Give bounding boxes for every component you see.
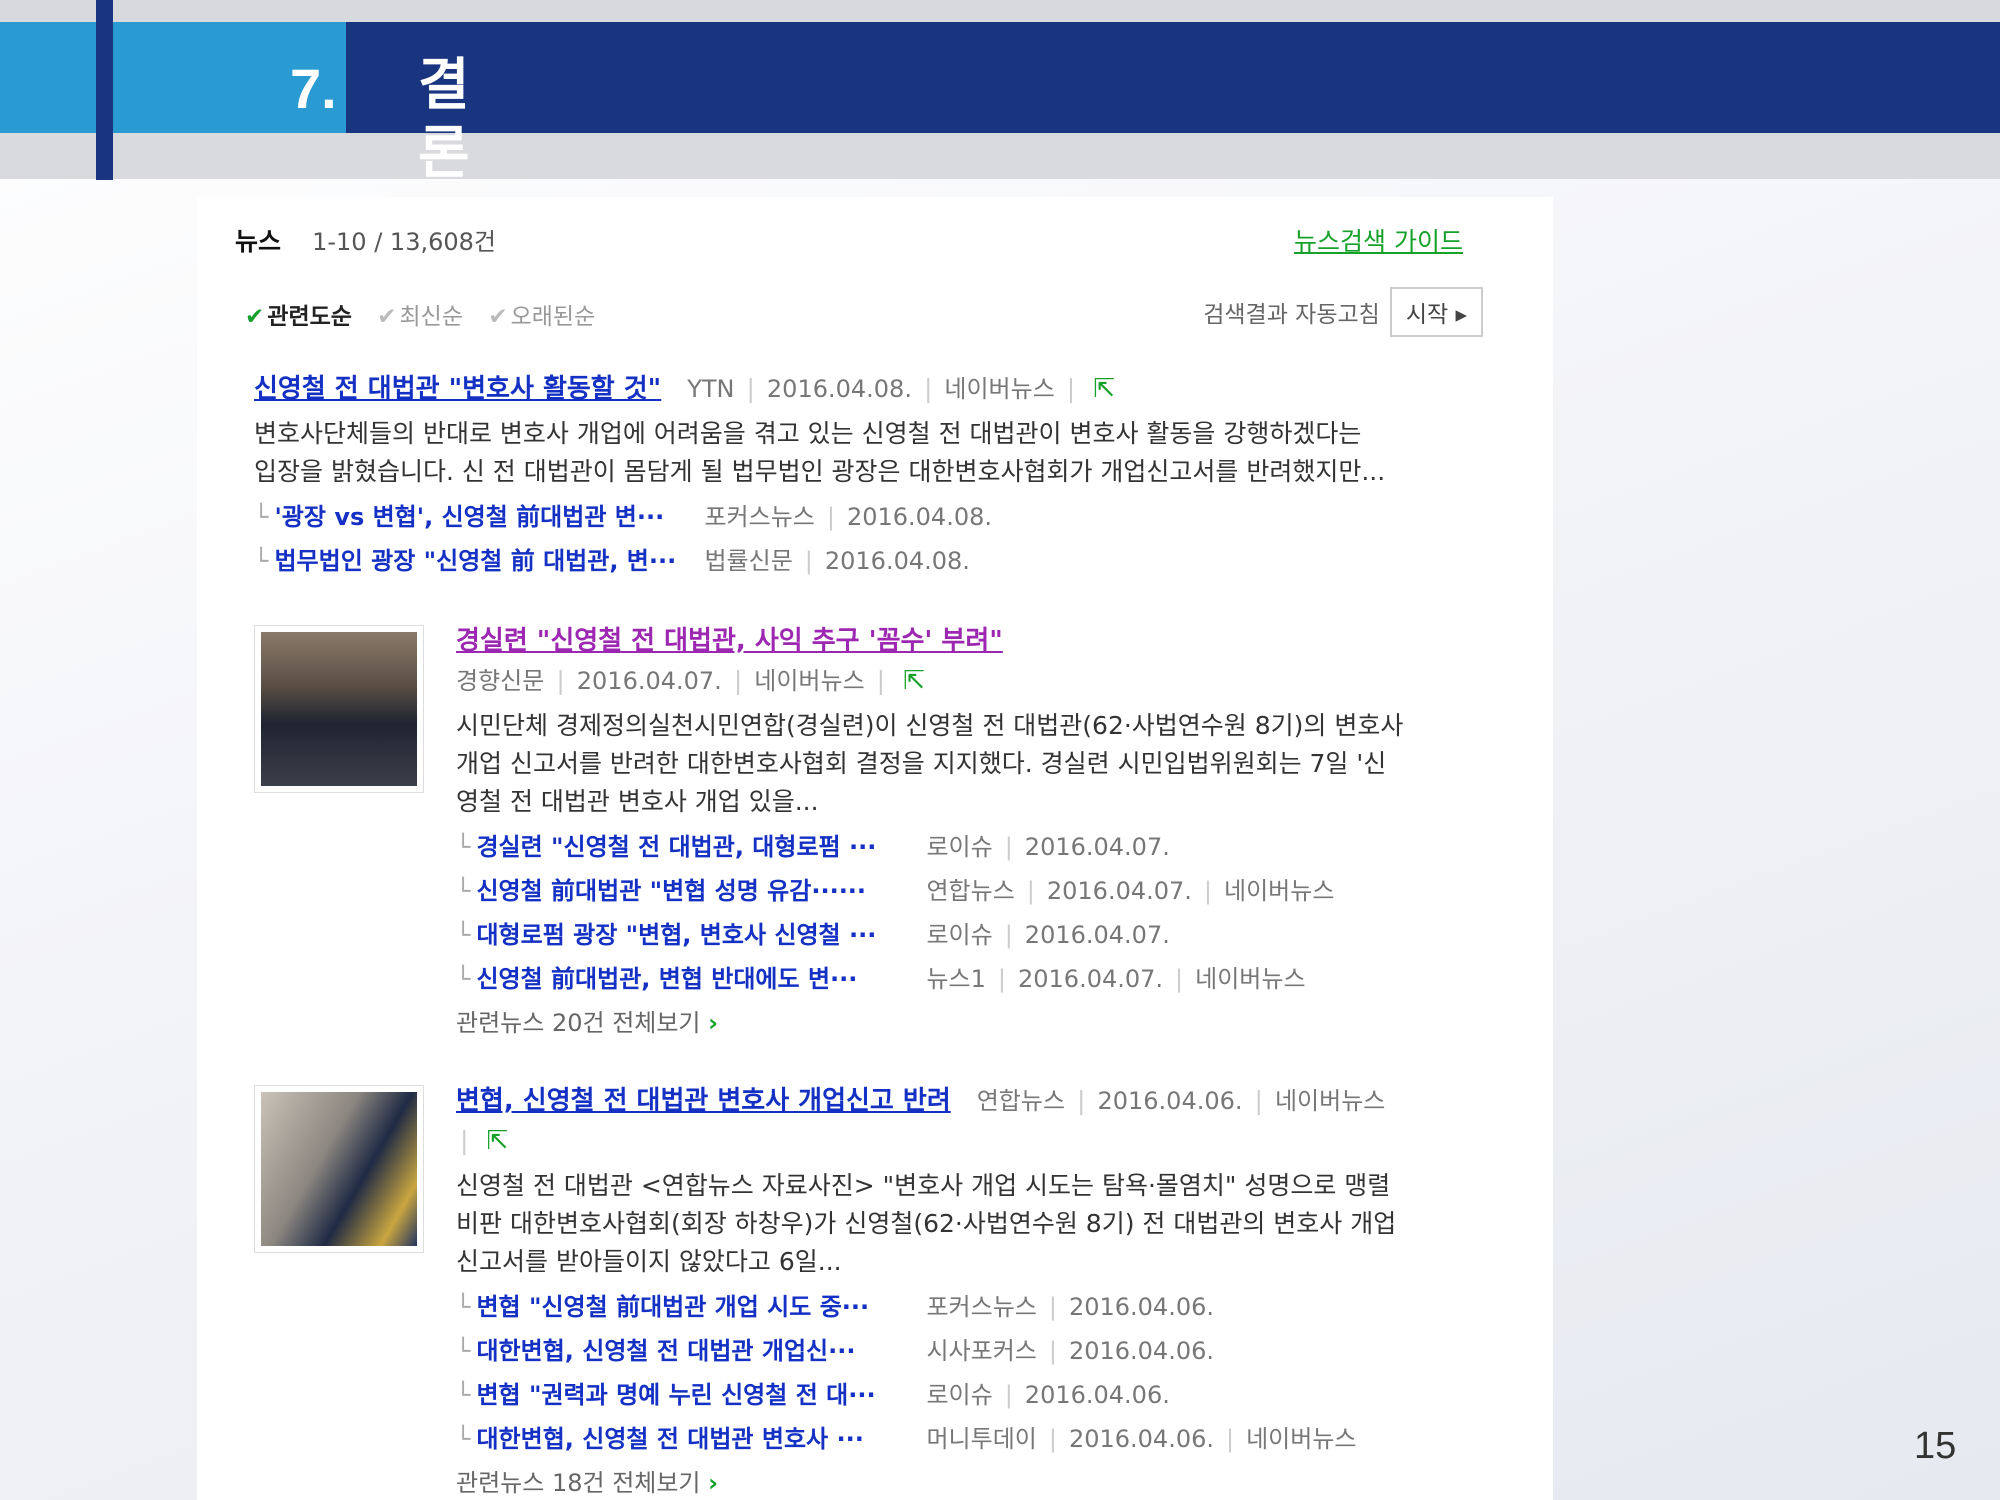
result-date: 2016.04.07. [576,667,722,695]
sort-oldest[interactable]: ✔ 오래된순 [488,304,595,330]
related-title-link[interactable]: 법무법인 광장 "신영철 前 대법관, 변··· [274,539,704,583]
branch-icon: └ [456,1293,471,1321]
naver-news-link[interactable]: 네이버뉴스 [1224,877,1334,905]
share-icon[interactable]: ⇱ [486,1126,508,1156]
top-strip [0,0,2000,22]
search-header: 뉴스 1-10 / 13,608건 뉴스검색 가이드 [235,222,1535,262]
news-photo [261,632,417,786]
result-source: 경향신문 [456,667,545,695]
divider: | [1077,1086,1086,1115]
related-news-list: └ '광장 vs 변협', 신영철 前대법관 변··· 포커스뉴스 | 2016.04.… [254,495,1494,583]
check-icon: ✔ [245,304,265,330]
divider: | [460,1126,469,1155]
divider: | [1066,374,1076,403]
sort-options: ✔ 관련도순 ✔ 최신순 ✔ 오래된순 [245,297,613,331]
result-description: 시민단체 경제정의실천시민연합(경실련)이 신영철 전 대법관(62·사법연수원… [456,711,1404,816]
related-news-item: └ 경실련 "신영철 전 대법관, 대형로펌 ··· 로이슈 | 2016.04.07. [456,825,1486,869]
divider: | [746,374,755,403]
divider: | [733,666,743,695]
section-number: 7. [290,57,337,120]
related-news-list: └ 경실련 "신영철 전 대법관, 대형로펌 ··· 로이슈 | 2016.04.07.… [456,825,1486,1001]
auto-refresh-start-button[interactable]: 시작 ▸ [1389,287,1483,337]
related-news-item: └ 대한변협, 신영철 전 대법관 개업신··· 시사포커스 | 2016.04.06. [456,1329,1486,1373]
related-news-more-link[interactable]: 관련뉴스 20건 전체보기 › [456,1001,1486,1045]
result-count: 1-10 / 13,608건 [312,228,496,256]
result-date: 2016.04.08. [766,375,912,403]
related-title-link[interactable]: '광장 vs 변협', 신영철 前대법관 변··· [274,495,704,539]
result-description: 신영철 전 대법관 <연합뉴스 자료사진> "변호사 개업 시도는 탐욕·몰염치… [456,1171,1397,1276]
naver-news-link[interactable]: 네이버뉴스 [944,375,1054,403]
news-photo [261,1092,417,1246]
divider: | [923,374,933,403]
news-search-panel: 뉴스 1-10 / 13,608건 뉴스검색 가이드 ✔ 관련도순 ✔ 최신순 ✔ 오… [197,197,1553,1500]
news-result-3: 변협, 신영철 전 대법관 변호사 개업신고 반려 연합뉴스 | 2016.04.0… [456,1081,1486,1500]
header-grey-band [0,133,2000,179]
divider: | [1254,1086,1263,1115]
naver-news-link[interactable]: 네이버뉴스 [1275,1087,1385,1115]
related-title-link[interactable]: 신영철 前대법관 "변협 성명 유감······ [476,869,926,913]
related-title-link[interactable]: 대형로펌 광장 "변협, 변호사 신영철 ··· [476,913,926,957]
check-icon: ✔ [377,304,397,330]
branch-icon: └ [456,833,471,861]
check-icon: ✔ [488,304,508,330]
auto-refresh: 검색결과 자동고침 시작 ▸ [1203,287,1483,337]
related-news-item: └ 대형로펌 광장 "변협, 변호사 신영철 ··· 로이슈 | 2016.04.07. [456,913,1486,957]
chevron-right-icon: › [708,1009,719,1037]
branch-icon: └ [456,965,471,993]
related-news-list: └ 변협 "신영철 前대법관 개업 시도 중··· 포커스뉴스 | 2016.04.06… [456,1285,1486,1461]
related-news-item: └ 신영철 前대법관 "변협 성명 유감······ 연합뉴스 | 2016.04.07… [456,869,1486,913]
branch-icon: └ [456,1337,471,1365]
related-news-item: └ 변협 "권력과 명예 누린 신영철 전 대··· 로이슈 | 2016.04.06. [456,1373,1486,1417]
news-result-1: 신영철 전 대법관 "변호사 활동할 것" YTN | 2016.04.08. | 네이… [254,369,1494,583]
branch-icon: └ [456,921,471,949]
result-title-link[interactable]: 경실련 "신영철 전 대법관, 사익 추구 '꼼수' 부려" [456,626,1003,656]
related-title-link[interactable]: 경실련 "신영철 전 대법관, 대형로펌 ··· [476,825,926,869]
related-news-item: └ 신영철 前대법관, 변협 반대에도 변··· 뉴스1 | 2016.04.07. | 네… [456,957,1486,1001]
news-search-guide-link[interactable]: 뉴스검색 가이드 [1294,222,1463,258]
naver-news-link[interactable]: 네이버뉴스 [1195,965,1305,993]
branch-icon: └ [456,877,471,905]
related-news-item: └ 법무법인 광장 "신영철 前 대법관, 변··· 법률신문 | 2016.04.08… [254,539,1494,583]
result-description: 변호사단체들의 반대로 변호사 개업에 어려움을 겪고 있는 신영철 전 대법관… [254,419,1386,486]
header-navy-bar [346,22,2000,133]
result-source: YTN [687,375,735,403]
related-title-link[interactable]: 변협 "신영철 前대법관 개업 시도 중··· [476,1285,926,1329]
result-title-link[interactable]: 신영철 전 대법관 "변호사 활동할 것" [254,374,661,404]
result-title-link[interactable]: 변협, 신영철 전 대법관 변호사 개업신고 반려 [456,1086,951,1116]
related-title-link[interactable]: 변협 "권력과 명예 누린 신영철 전 대··· [476,1373,926,1417]
related-title-link[interactable]: 대한변협, 신영철 전 대법관 개업신··· [476,1329,926,1373]
branch-icon: └ [254,503,269,531]
branch-icon: └ [456,1381,471,1409]
result-source: 연합뉴스 [976,1087,1066,1115]
related-title-link[interactable]: 대한변협, 신영철 전 대법관 변호사 ··· [476,1417,926,1461]
page-number: 15 [1914,1425,1957,1467]
related-title-link[interactable]: 신영철 前대법관, 변협 반대에도 변··· [476,957,926,1001]
news-tab-title: 뉴스 [235,227,282,256]
related-news-item: └ 대한변협, 신영철 전 대법관 변호사 ··· 머니투데이 | 2016.04.06… [456,1417,1486,1461]
sort-relevance[interactable]: ✔ 관련도순 [245,304,352,330]
chevron-right-icon: › [708,1469,719,1497]
related-news-item: └ '광장 vs 변협', 신영철 前대법관 변··· 포커스뉴스 | 2016.04.… [254,495,1494,539]
sort-latest[interactable]: ✔ 최신순 [377,304,463,330]
auto-refresh-label: 검색결과 자동고침 [1203,302,1380,328]
related-news-item: └ 변협 "신영철 前대법관 개업 시도 중··· 포커스뉴스 | 2016.04.06… [456,1285,1486,1329]
branch-icon: └ [456,1425,471,1453]
share-icon[interactable]: ⇱ [1093,374,1115,404]
result-date: 2016.04.06. [1097,1087,1243,1115]
branch-icon: └ [254,547,269,575]
share-icon[interactable]: ⇱ [903,666,925,696]
naver-news-link[interactable]: 네이버뉴스 [1246,1425,1356,1453]
related-news-more-link[interactable]: 관련뉴스 18건 전체보기 › [456,1461,1486,1500]
section-title: 결론 [418,53,470,186]
header-left-pillar [96,0,113,180]
news-result-2: 경실련 "신영철 전 대법관, 사익 추구 '꼼수' 부려" 경향신문 | 2016… [456,621,1486,1045]
divider: | [556,666,565,695]
divider: | [876,666,886,695]
result-thumbnail[interactable] [254,625,424,793]
naver-news-link[interactable]: 네이버뉴스 [754,667,864,695]
result-thumbnail[interactable] [254,1085,424,1253]
